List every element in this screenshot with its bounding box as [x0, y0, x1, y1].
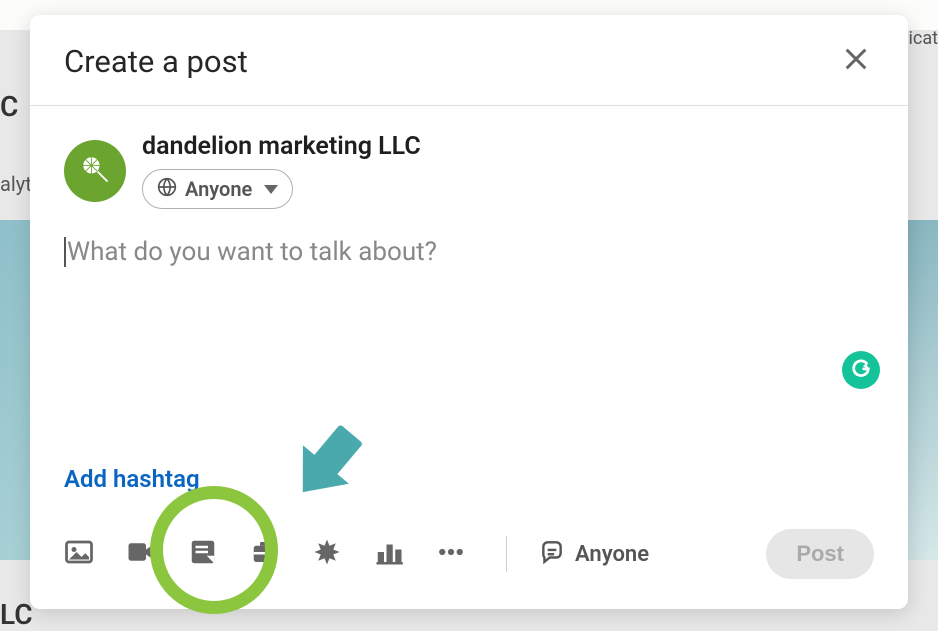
background-text-fragment: alyt: [0, 172, 32, 196]
attachment-toolbar: [64, 537, 466, 571]
briefcase-icon: [250, 537, 280, 571]
comment-audience-label: Anyone: [575, 542, 649, 567]
ellipsis-icon: [436, 537, 466, 571]
starburst-icon: [312, 537, 342, 571]
author-meta: dandelion marketing LLC Anyone: [142, 132, 421, 209]
create-post-modal: Create a post dandelion marketing LLC An…: [30, 15, 908, 609]
add-video-button[interactable]: [126, 537, 156, 571]
more-options-button[interactable]: [436, 537, 466, 571]
chevron-down-icon: [264, 185, 278, 194]
vertical-divider: [506, 536, 507, 572]
add-poll-button[interactable]: [374, 537, 404, 571]
audience-selector[interactable]: Anyone: [142, 169, 293, 209]
author-row: dandelion marketing LLC Anyone: [64, 132, 874, 209]
add-hashtag-button[interactable]: Add hashtag: [64, 465, 200, 493]
globe-icon: [157, 177, 177, 201]
celebrate-button[interactable]: [312, 537, 342, 571]
post-button[interactable]: Post: [766, 529, 874, 579]
background-text-fragment: icat: [909, 28, 938, 49]
background-text-fragment: LC: [0, 598, 33, 631]
background-text-fragment: C: [0, 90, 18, 123]
add-photo-button[interactable]: [64, 537, 94, 571]
author-name: dandelion marketing LLC: [142, 132, 421, 161]
document-icon: [188, 537, 218, 571]
bar-chart-icon: [374, 537, 404, 571]
video-icon: [126, 537, 156, 571]
avatar: [64, 140, 126, 202]
modal-body: dandelion marketing LLC Anyone What do y…: [30, 106, 908, 511]
add-document-button[interactable]: [188, 537, 218, 571]
add-job-button[interactable]: [250, 537, 280, 571]
grammarly-icon: [850, 356, 872, 384]
audience-label: Anyone: [185, 177, 252, 201]
close-button[interactable]: [838, 41, 874, 81]
modal-title: Create a post: [64, 43, 248, 80]
post-textarea[interactable]: What do you want to talk about?: [64, 237, 874, 367]
comment-audience-button[interactable]: Anyone: [539, 538, 649, 570]
modal-footer: Anyone Post: [30, 511, 908, 609]
image-icon: [64, 537, 94, 571]
close-icon: [842, 58, 870, 77]
speech-bubble-icon: [539, 538, 565, 570]
grammarly-badge[interactable]: [842, 351, 880, 389]
modal-header: Create a post: [30, 15, 908, 106]
dandelion-icon: [77, 151, 113, 191]
